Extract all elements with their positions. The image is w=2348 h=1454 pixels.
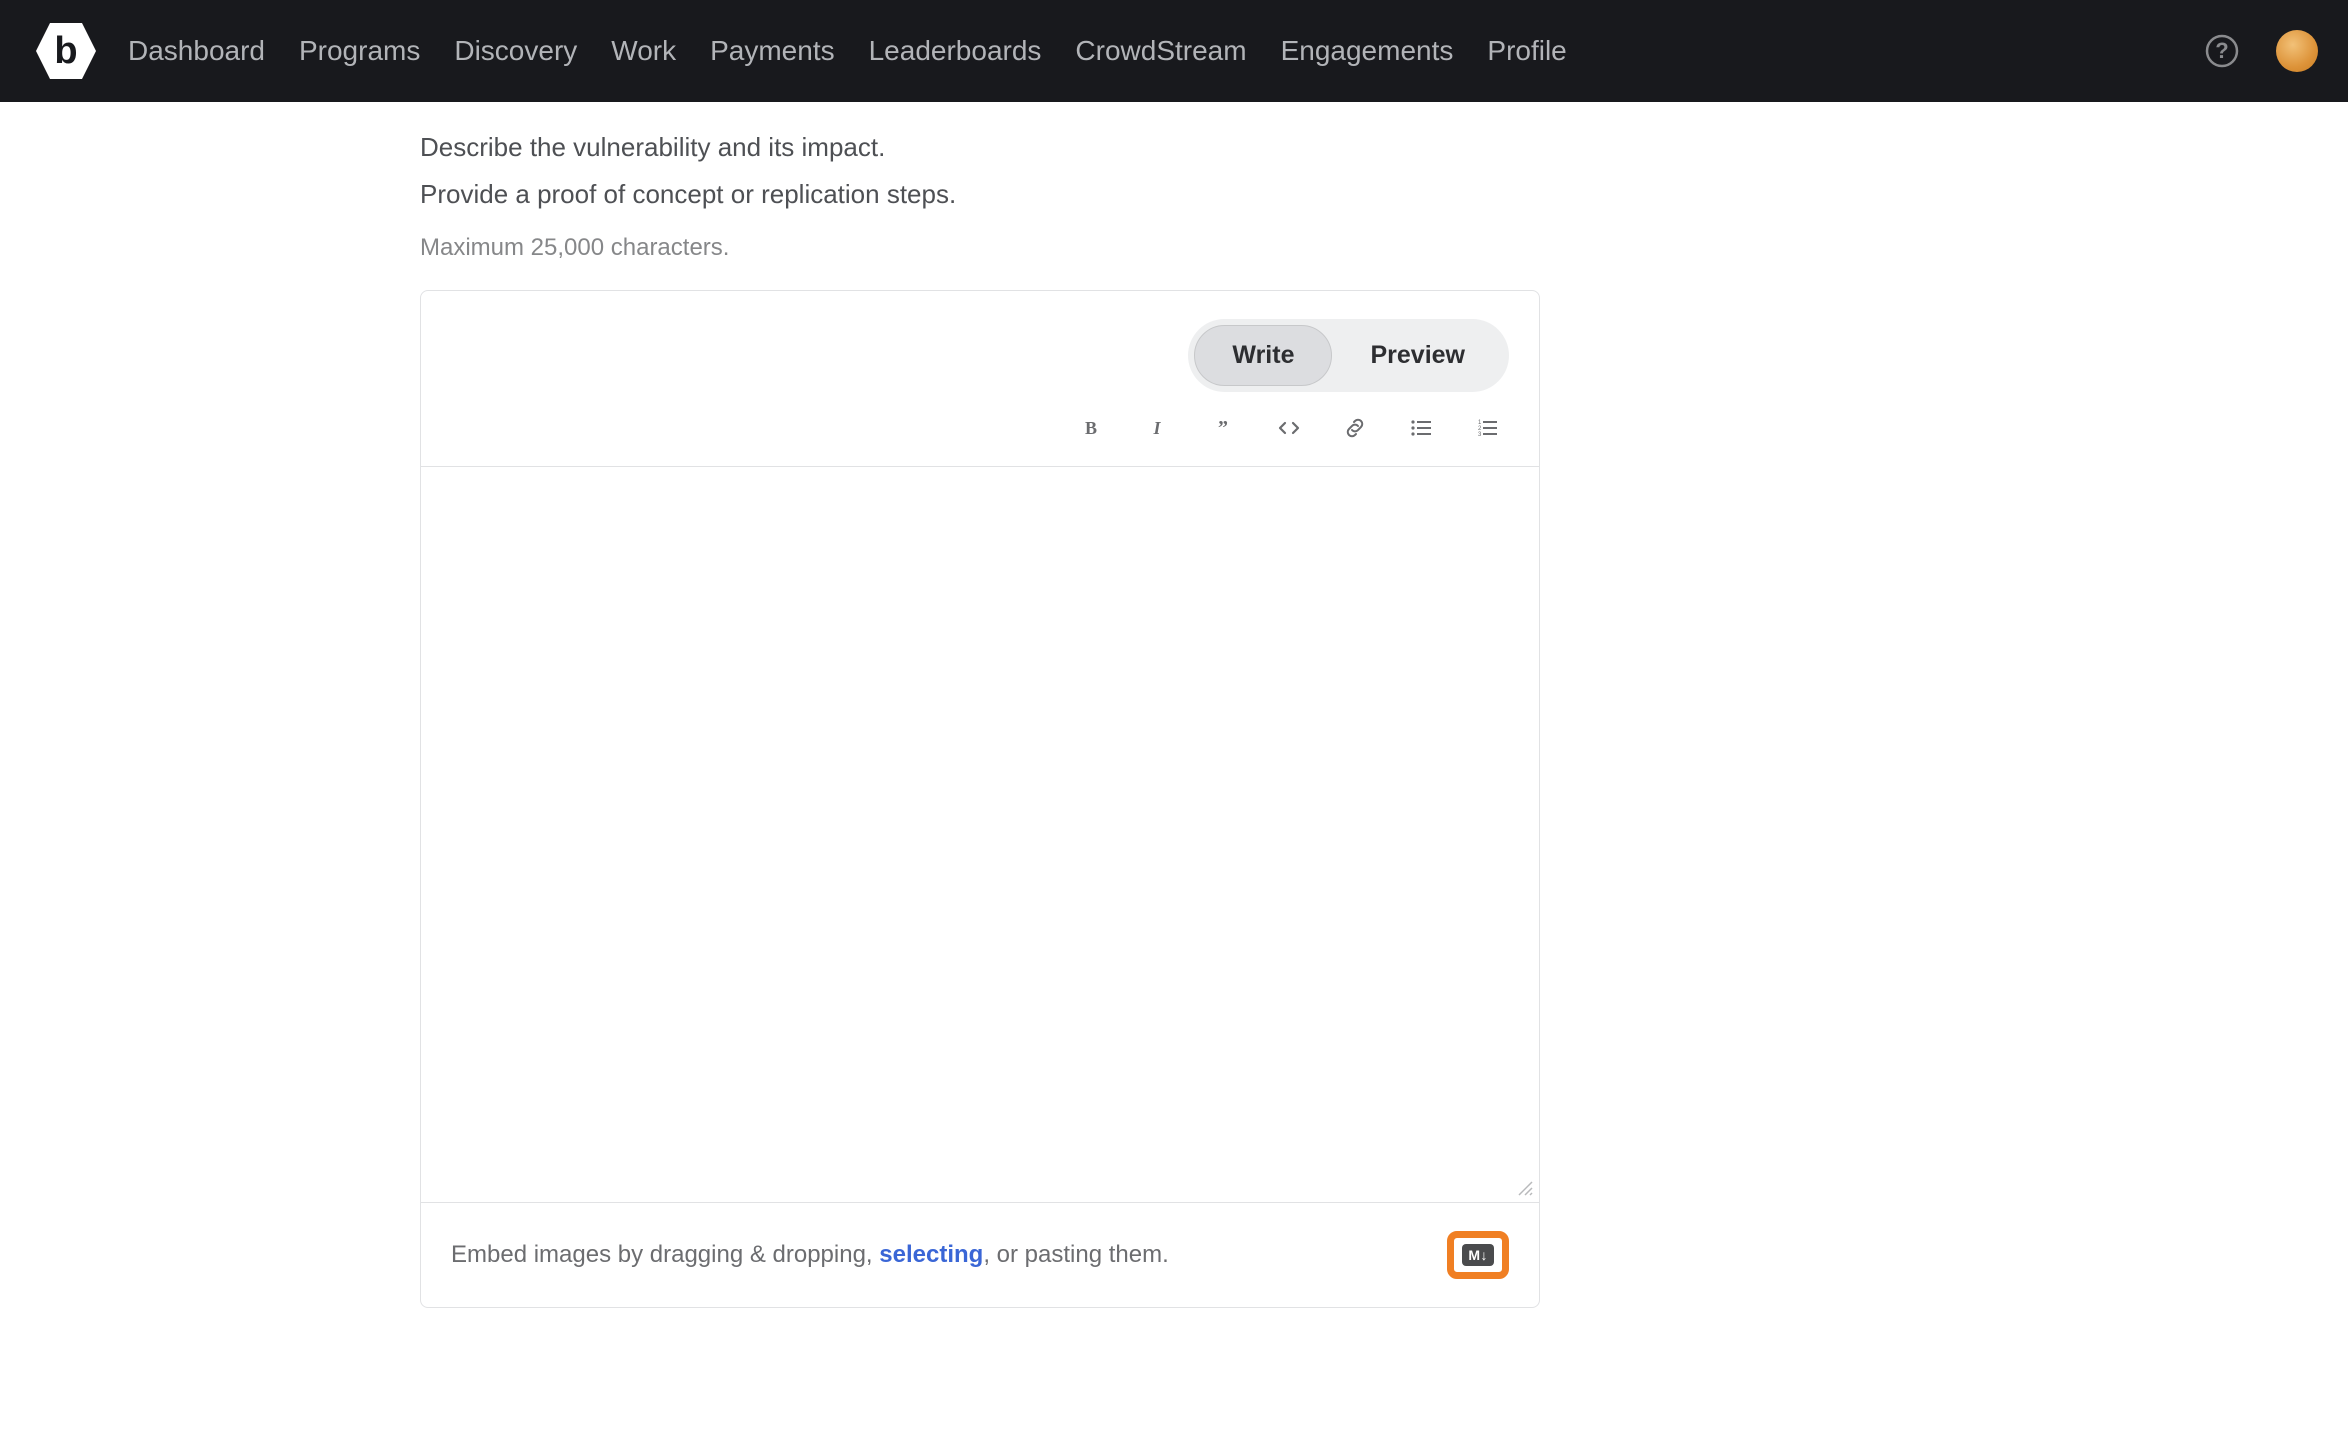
help-icon[interactable]: ? — [2204, 33, 2240, 69]
instruction-line-1: Describe the vulnerability and its impac… — [420, 132, 1540, 163]
nav-work[interactable]: Work — [611, 35, 676, 67]
embed-hint-prefix: Embed images by dragging & dropping, — [451, 1241, 879, 1268]
nav-payments[interactable]: Payments — [710, 35, 835, 67]
logo-hex-icon: b — [34, 19, 98, 83]
tab-preview[interactable]: Preview — [1332, 325, 1503, 386]
nav-dashboard[interactable]: Dashboard — [128, 35, 265, 67]
editor-tabs: Write Preview — [1188, 319, 1509, 392]
bold-icon[interactable]: B — [1077, 414, 1105, 442]
main-content: Describe the vulnerability and its impac… — [0, 102, 2348, 1308]
nav-crowdstream[interactable]: CrowdStream — [1075, 35, 1246, 67]
nav-leaderboards[interactable]: Leaderboards — [869, 35, 1042, 67]
markdown-help-button[interactable]: M↓ — [1447, 1231, 1509, 1279]
avatar[interactable] — [2276, 30, 2318, 72]
italic-icon[interactable]: I — [1143, 414, 1171, 442]
editor-footer: Embed images by dragging & dropping, sel… — [421, 1202, 1539, 1307]
top-nav: b Dashboard Programs Discovery Work Paym… — [0, 0, 2348, 102]
embed-hint-suffix: , or pasting them. — [983, 1241, 1168, 1268]
format-toolbar: B I ” — [1077, 414, 1509, 442]
editor-body — [421, 467, 1539, 1202]
svg-text:b: b — [54, 30, 77, 72]
svg-text:I: I — [1152, 418, 1161, 438]
unordered-list-icon[interactable] — [1407, 414, 1435, 442]
tab-write[interactable]: Write — [1194, 325, 1332, 386]
instruction-line-2: Provide a proof of concept or replicatio… — [420, 179, 1540, 210]
max-chars-helper: Maximum 25,000 characters. — [420, 234, 1540, 262]
quote-icon[interactable]: ” — [1209, 414, 1237, 442]
description-textarea[interactable] — [421, 467, 1539, 1197]
nav-profile[interactable]: Profile — [1487, 35, 1566, 67]
svg-text:?: ? — [2215, 38, 2228, 63]
svg-text:B: B — [1085, 418, 1097, 438]
ordered-list-icon[interactable]: 1 2 3 — [1473, 414, 1501, 442]
embed-hint: Embed images by dragging & dropping, sel… — [451, 1241, 1169, 1269]
logo[interactable]: b — [30, 15, 102, 87]
editor-header: Write Preview B I ” — [421, 291, 1539, 467]
code-icon[interactable] — [1275, 414, 1303, 442]
svg-text:”: ” — [1218, 418, 1228, 438]
link-icon[interactable] — [1341, 414, 1369, 442]
svg-text:3: 3 — [1478, 432, 1482, 438]
selecting-link[interactable]: selecting — [879, 1241, 983, 1268]
nav-programs[interactable]: Programs — [299, 35, 420, 67]
markdown-icon: M↓ — [1462, 1244, 1494, 1266]
nav-links: Dashboard Programs Discovery Work Paymen… — [128, 35, 1567, 67]
nav-engagements[interactable]: Engagements — [1281, 35, 1454, 67]
nav-discovery[interactable]: Discovery — [454, 35, 577, 67]
description-editor: Write Preview B I ” — [420, 290, 1540, 1308]
